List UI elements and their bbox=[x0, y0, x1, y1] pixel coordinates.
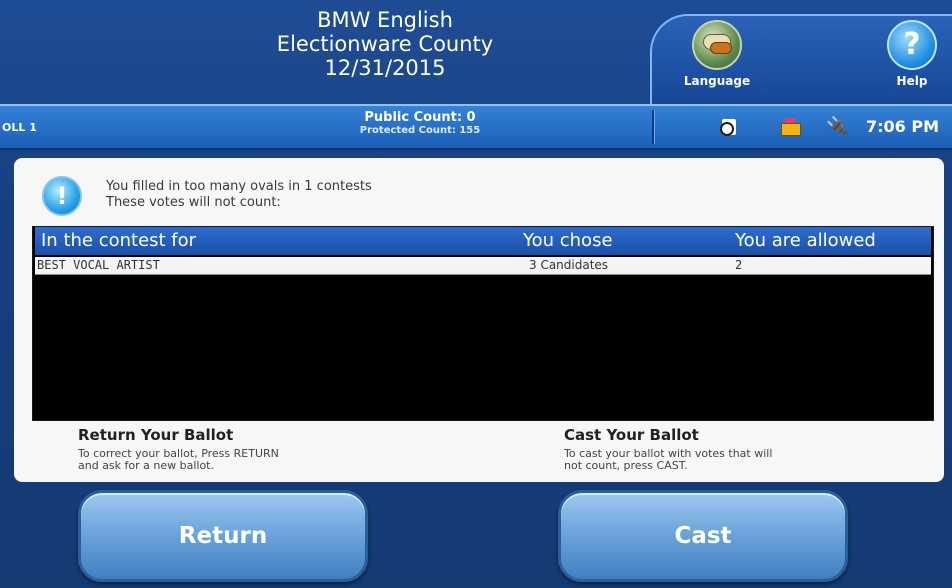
return-desc-line-2: and ask for a new ballot. bbox=[78, 459, 214, 472]
return-section-desc: To correct your ballot, Press RETURN and… bbox=[78, 448, 378, 472]
row-allowed: 2 bbox=[735, 258, 743, 272]
info-icon: ! bbox=[42, 176, 82, 216]
header-contest: In the contest for bbox=[41, 230, 197, 251]
ballot-style-title: BMW English bbox=[317, 8, 453, 32]
language-label: Language bbox=[683, 74, 751, 88]
cast-section-title: Cast Your Ballot bbox=[564, 426, 699, 444]
overvote-table: In the contest for You chose You are all… bbox=[32, 226, 934, 421]
status-bar: OLL 1 Public Count: 0 Protected Count: 1… bbox=[0, 104, 952, 150]
cast-desc-line-2: not count, press CAST. bbox=[564, 459, 688, 472]
overvote-warning-panel: ! You filled in too many ovals in 1 cont… bbox=[14, 158, 944, 482]
table-row: BEST VOCAL ARTIST 3 Candidates 2 bbox=[35, 257, 931, 275]
county-title: Electionware County bbox=[276, 32, 494, 56]
public-count: Public Count: 0 bbox=[364, 110, 476, 125]
status-divider bbox=[652, 110, 654, 144]
poll-label: OLL 1 bbox=[2, 121, 37, 134]
election-date: 12/31/2015 bbox=[324, 56, 446, 80]
speech-bubbles-icon bbox=[692, 20, 742, 70]
header-allowed: You are allowed bbox=[735, 230, 876, 251]
return-section-title: Return Your Ballot bbox=[78, 426, 234, 444]
help-label: Help bbox=[896, 74, 928, 88]
warning-line-1: You filled in too many ovals in 1 contes… bbox=[106, 179, 372, 194]
cast-section-desc: To cast your ballot with votes that will… bbox=[564, 448, 864, 472]
ballot-counts: Public Count: 0 Protected Count: 155 bbox=[330, 110, 510, 136]
cast-button[interactable]: Cast bbox=[558, 490, 848, 582]
header-you-chose: You chose bbox=[523, 230, 613, 251]
row-contest: BEST VOCAL ARTIST bbox=[37, 258, 160, 272]
language-button[interactable]: Language bbox=[677, 20, 757, 100]
clock-time: 7:06 PM bbox=[866, 117, 940, 136]
header: BMW English Electionware County 12/31/20… bbox=[0, 0, 952, 106]
printer-icon bbox=[778, 116, 802, 138]
election-title: BMW English Electionware County 12/31/20… bbox=[220, 8, 550, 80]
power-plug-icon: 🔌 bbox=[826, 116, 849, 137]
question-icon: ? bbox=[887, 20, 937, 70]
warning-line-2: These votes will not count: bbox=[106, 195, 281, 210]
row-chosen: 3 Candidates bbox=[529, 258, 609, 272]
help-button[interactable]: ? Help bbox=[872, 20, 952, 100]
table-header: In the contest for You chose You are all… bbox=[35, 227, 931, 255]
voting-screen: BMW English Electionware County 12/31/20… bbox=[0, 0, 952, 588]
ballot-icon bbox=[718, 116, 742, 138]
return-button[interactable]: Return bbox=[78, 490, 368, 582]
warning-message: You filled in too many ovals in 1 contes… bbox=[106, 179, 372, 211]
protected-count: Protected Count: 155 bbox=[359, 125, 481, 136]
